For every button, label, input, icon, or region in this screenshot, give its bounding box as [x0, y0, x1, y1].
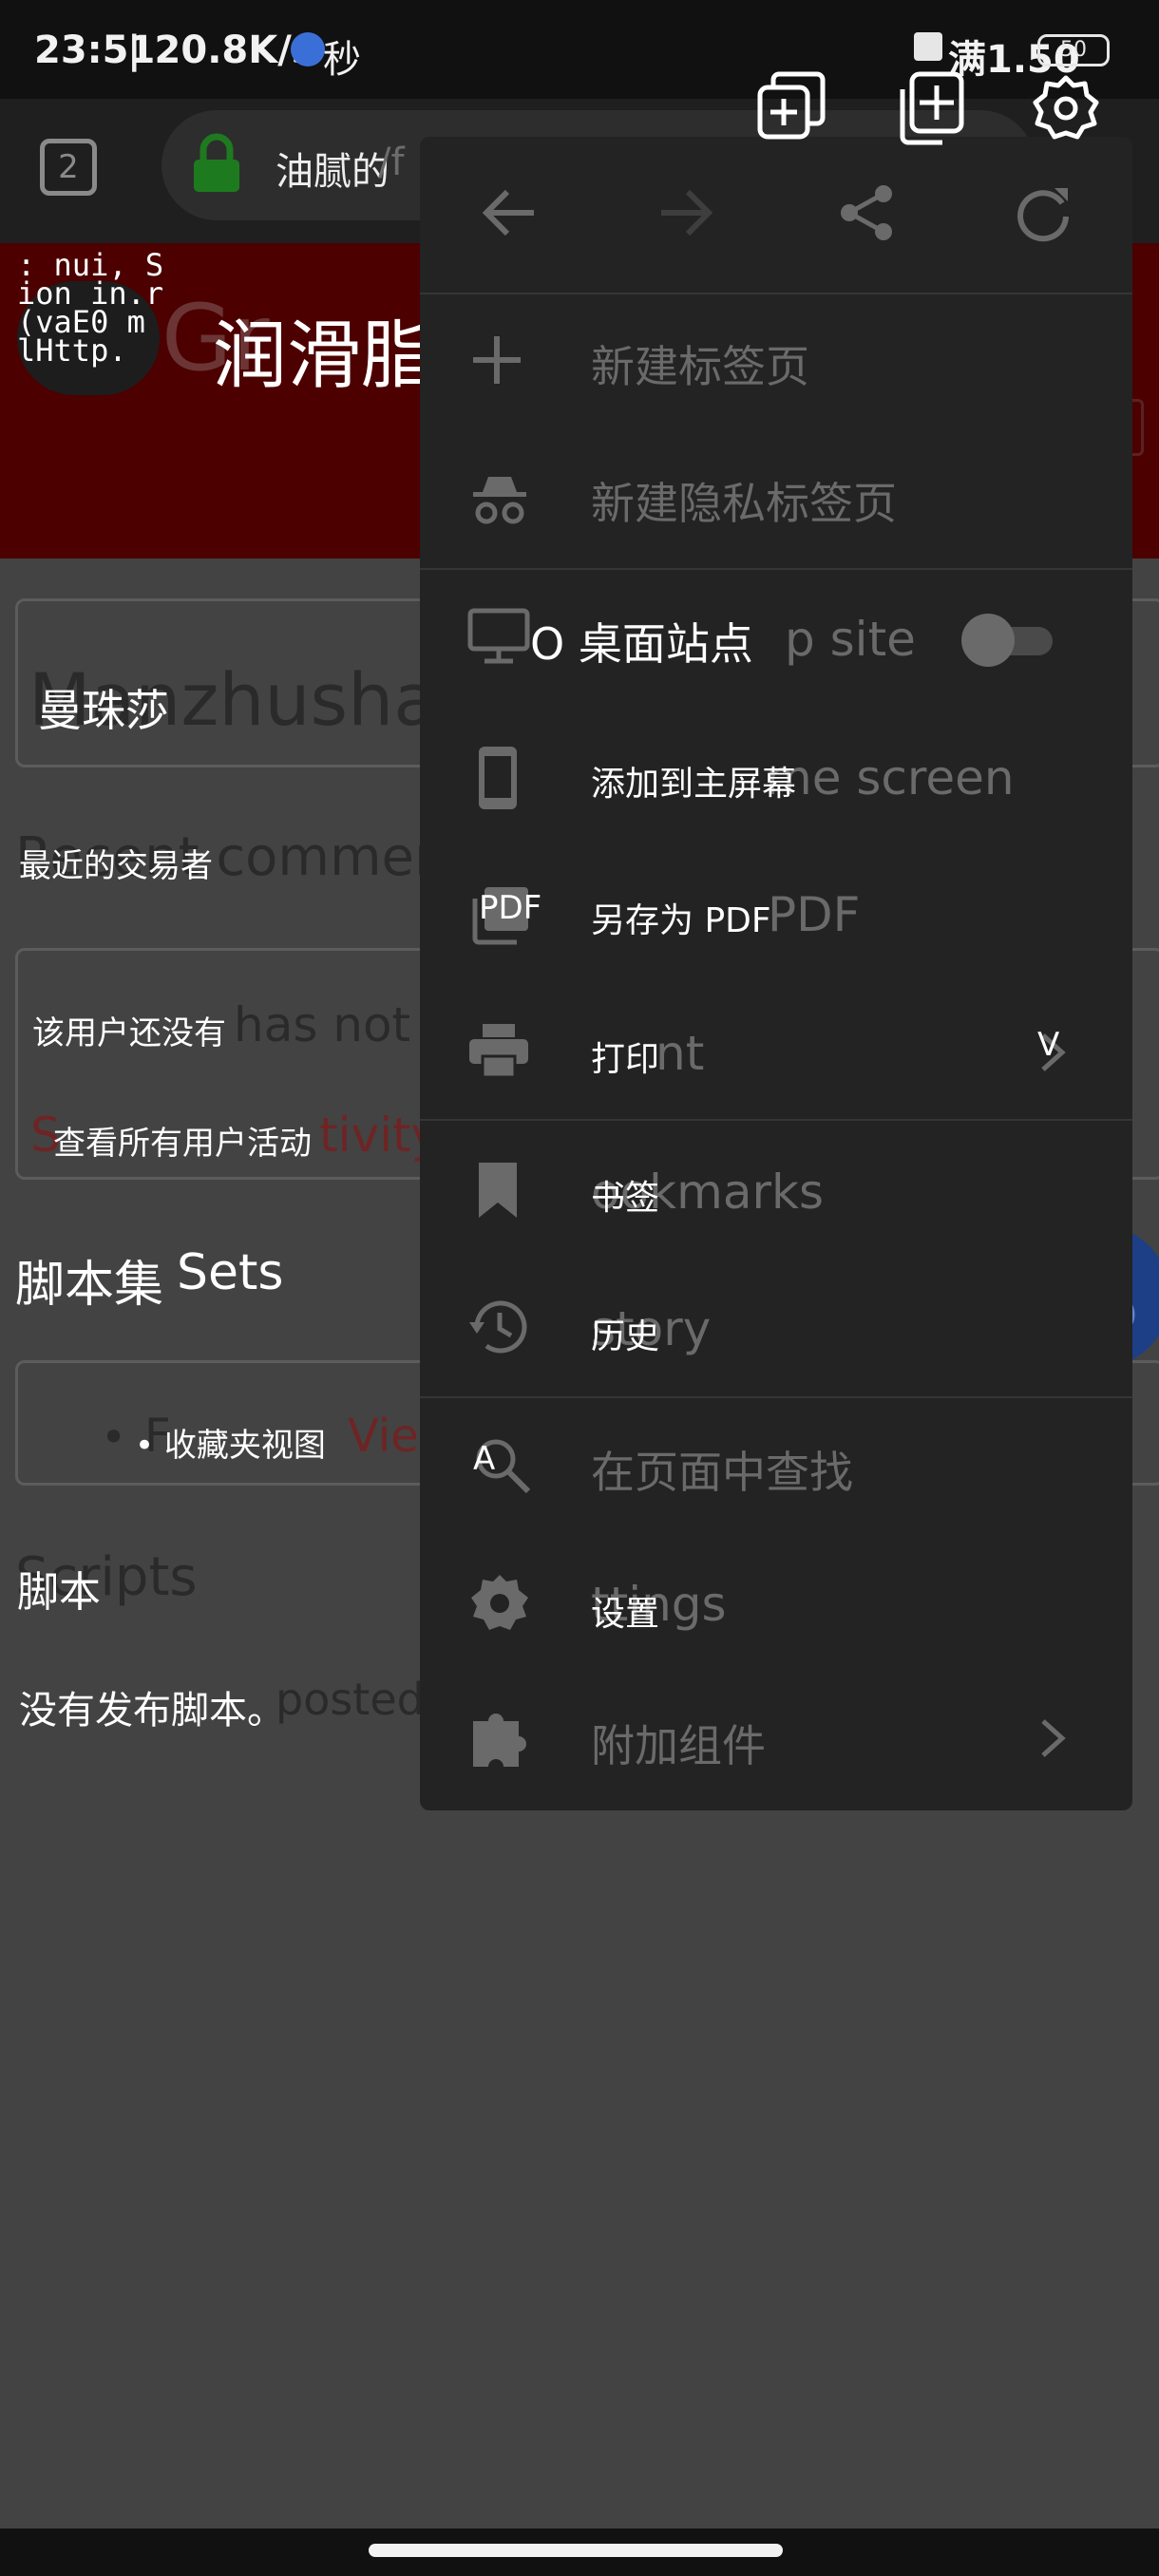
script-sets-heading-suffix: Sets	[177, 1244, 284, 1301]
share-icon[interactable]	[836, 182, 897, 243]
menu-divider	[420, 293, 1132, 294]
desktop-site-toggle[interactable]	[961, 614, 1056, 667]
battery-icon: 50	[1037, 34, 1110, 66]
desktop-icon	[467, 608, 530, 665]
back-arrow-icon[interactable]	[479, 182, 540, 243]
pdf-icon-label: PDF	[479, 889, 542, 927]
print-chevron-label: V	[1037, 1026, 1060, 1064]
url-text-background: /f	[378, 141, 405, 184]
history-icon	[467, 1296, 530, 1358]
desktop-site-background: p site	[785, 612, 916, 667]
menu-item-new-private-tab[interactable]: 新建隐私标签页	[591, 469, 897, 532]
phone-icon	[477, 745, 519, 811]
tab-count-button[interactable]: 2	[40, 139, 97, 196]
menu-item-save-pdf[interactable]: 另存为 PDF	[591, 893, 771, 942]
menu-item-history[interactable]: 历史	[591, 1309, 659, 1358]
lock-icon	[190, 133, 243, 194]
view-all-activity-link[interactable]: 查看所有用户活动	[53, 1117, 312, 1164]
profile-name: 曼珠莎	[38, 685, 169, 736]
pdf-background: PDF	[768, 887, 861, 942]
menu-divider	[420, 1396, 1132, 1398]
menu-item-new-tab[interactable]: 新建标签页	[591, 332, 809, 395]
print-background: nt	[656, 1026, 705, 1081]
favorites-view-item[interactable]: • 收藏夹视图	[135, 1419, 326, 1466]
home-screen-background: me screen	[766, 750, 1015, 805]
recent-heading: 最近的交易者	[19, 847, 213, 885]
url-text: 油腻的	[276, 150, 390, 194]
menu-item-desktop-site[interactable]: O 桌面站点	[530, 610, 753, 672]
new-tab-icon[interactable]	[895, 70, 965, 146]
menu-divider	[420, 1119, 1132, 1121]
menu-item-find-in-page[interactable]: 在页面中查找	[591, 1438, 853, 1501]
find-icon-label: A	[473, 1440, 496, 1478]
reload-icon[interactable]	[1013, 182, 1074, 243]
menu-item-add-ons[interactable]: 附加组件	[591, 1712, 766, 1774]
menu-item-settings[interactable]: 设置	[591, 1586, 659, 1636]
status-network-speed: | 20.8K/s	[127, 28, 314, 72]
recent-empty-text: 该用户还没有	[32, 1014, 226, 1052]
menu-divider	[420, 568, 1132, 570]
puzzle-icon	[467, 1708, 532, 1771]
menu-item-add-to-home[interactable]: 添加到主屏幕	[591, 756, 796, 805]
settings-icon	[469, 1573, 530, 1634]
list-bullet: •	[101, 1411, 127, 1463]
status-speed-unit: 秒	[323, 38, 361, 82]
no-scripts-text: 没有发布脚本。	[19, 1689, 285, 1733]
printer-icon	[467, 1022, 530, 1079]
menu-item-bookmarks[interactable]: 书签	[591, 1170, 659, 1220]
logo-text-line: lHttp.	[17, 332, 127, 369]
duplicate-tab-icon[interactable]	[756, 70, 826, 141]
forward-arrow-icon[interactable]	[656, 182, 716, 243]
plus-icon	[469, 332, 524, 388]
scripts-heading: 脚本	[17, 1568, 101, 1617]
favorites-link-background[interactable]: Vie	[348, 1410, 419, 1463]
home-gesture-bar[interactable]	[369, 2544, 783, 2557]
chevron-right-icon	[1039, 1717, 1066, 1759]
bookmark-icon	[477, 1161, 519, 1220]
script-sets-heading: 脚本集	[15, 1257, 164, 1314]
incognito-icon	[471, 473, 528, 524]
logo-text-block: : nui, S ion in.r (vaE0 m lHttp.	[17, 250, 163, 369]
menu-item-print[interactable]: 打印	[591, 1032, 659, 1081]
settings-gear-icon[interactable]	[1032, 74, 1100, 142]
status-app-icon	[291, 32, 325, 66]
scripts-text-background: posted.	[276, 1674, 439, 1725]
calendar-icon	[914, 32, 942, 61]
